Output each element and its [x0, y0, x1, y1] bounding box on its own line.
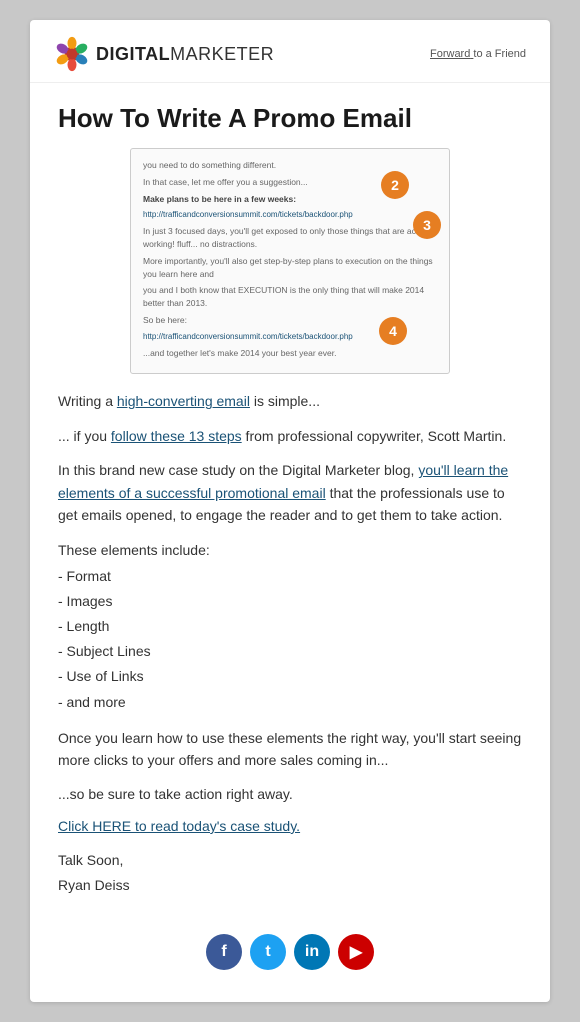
screenshot-line-7: ...and together let's make 2014 your bes…: [143, 347, 437, 360]
page-title: How To Write A Promo Email: [58, 103, 522, 134]
paragraph-2: ... if you follow these 13 steps from pr…: [58, 425, 522, 447]
screenshot-link-1: http://trafficandconversionsummit.com/ti…: [143, 209, 437, 221]
elements-intro: These elements include:: [58, 538, 522, 563]
list-item: - Subject Lines: [58, 639, 522, 664]
elements-section: These elements include: - Format- Images…: [58, 538, 522, 714]
logo-icon: [54, 36, 90, 72]
paragraph-4: Once you learn how to use these elements…: [58, 727, 522, 772]
email-header: DIGITALMARKETER Forward to a Friend: [30, 20, 550, 83]
linkedin-button[interactable]: in: [294, 934, 330, 970]
list-item: - and more: [58, 690, 522, 715]
facebook-button[interactable]: f: [206, 934, 242, 970]
list-item: - Length: [58, 614, 522, 639]
list-item: - Format: [58, 564, 522, 589]
signoff-line-1: Talk Soon,: [58, 848, 522, 873]
paragraph-5: ...so be sure to take action right away.: [58, 783, 522, 805]
social-bar: f t in ▶: [58, 918, 522, 978]
logo-text: DIGITALMARKETER: [96, 44, 274, 65]
paragraph-3: In this brand new case study on the Digi…: [58, 459, 522, 526]
signoff-line-2: Ryan Deiss: [58, 873, 522, 898]
email-content: How To Write A Promo Email you need to d…: [30, 83, 550, 1002]
screenshot-line-5a: More importantly, you'll also get step-b…: [143, 255, 437, 281]
elements-list: - Format- Images- Length- Subject Lines-…: [58, 564, 522, 715]
list-item: - Images: [58, 589, 522, 614]
list-item: - Use of Links: [58, 664, 522, 689]
youtube-button[interactable]: ▶: [338, 934, 374, 970]
13-steps-link[interactable]: follow these 13 steps: [111, 428, 242, 444]
forward-anchor[interactable]: Forward: [430, 48, 473, 60]
paragraph-1: Writing a high-converting email is simpl…: [58, 390, 522, 412]
twitter-button[interactable]: t: [250, 934, 286, 970]
email-container: DIGITALMARKETER Forward to a Friend How …: [30, 20, 550, 1002]
badge-3: 3: [413, 211, 441, 239]
screenshot-line-4: In just 3 focused days, you'll get expos…: [143, 225, 437, 251]
sign-off: Talk Soon, Ryan Deiss: [58, 848, 522, 898]
forward-link[interactable]: Forward to a Friend: [430, 48, 526, 60]
email-screenshot-mockup: you need to do something different. In t…: [130, 148, 450, 374]
logo-area: DIGITALMARKETER: [54, 36, 274, 72]
screenshot-line-1: you need to do something different.: [143, 159, 437, 172]
cta-link[interactable]: Click HERE to read today's case study.: [58, 818, 522, 834]
screenshot-line-5b: you and I both know that EXECUTION is th…: [143, 284, 437, 310]
badge-2: 2: [381, 171, 409, 199]
high-converting-link[interactable]: high-converting email: [117, 393, 250, 409]
